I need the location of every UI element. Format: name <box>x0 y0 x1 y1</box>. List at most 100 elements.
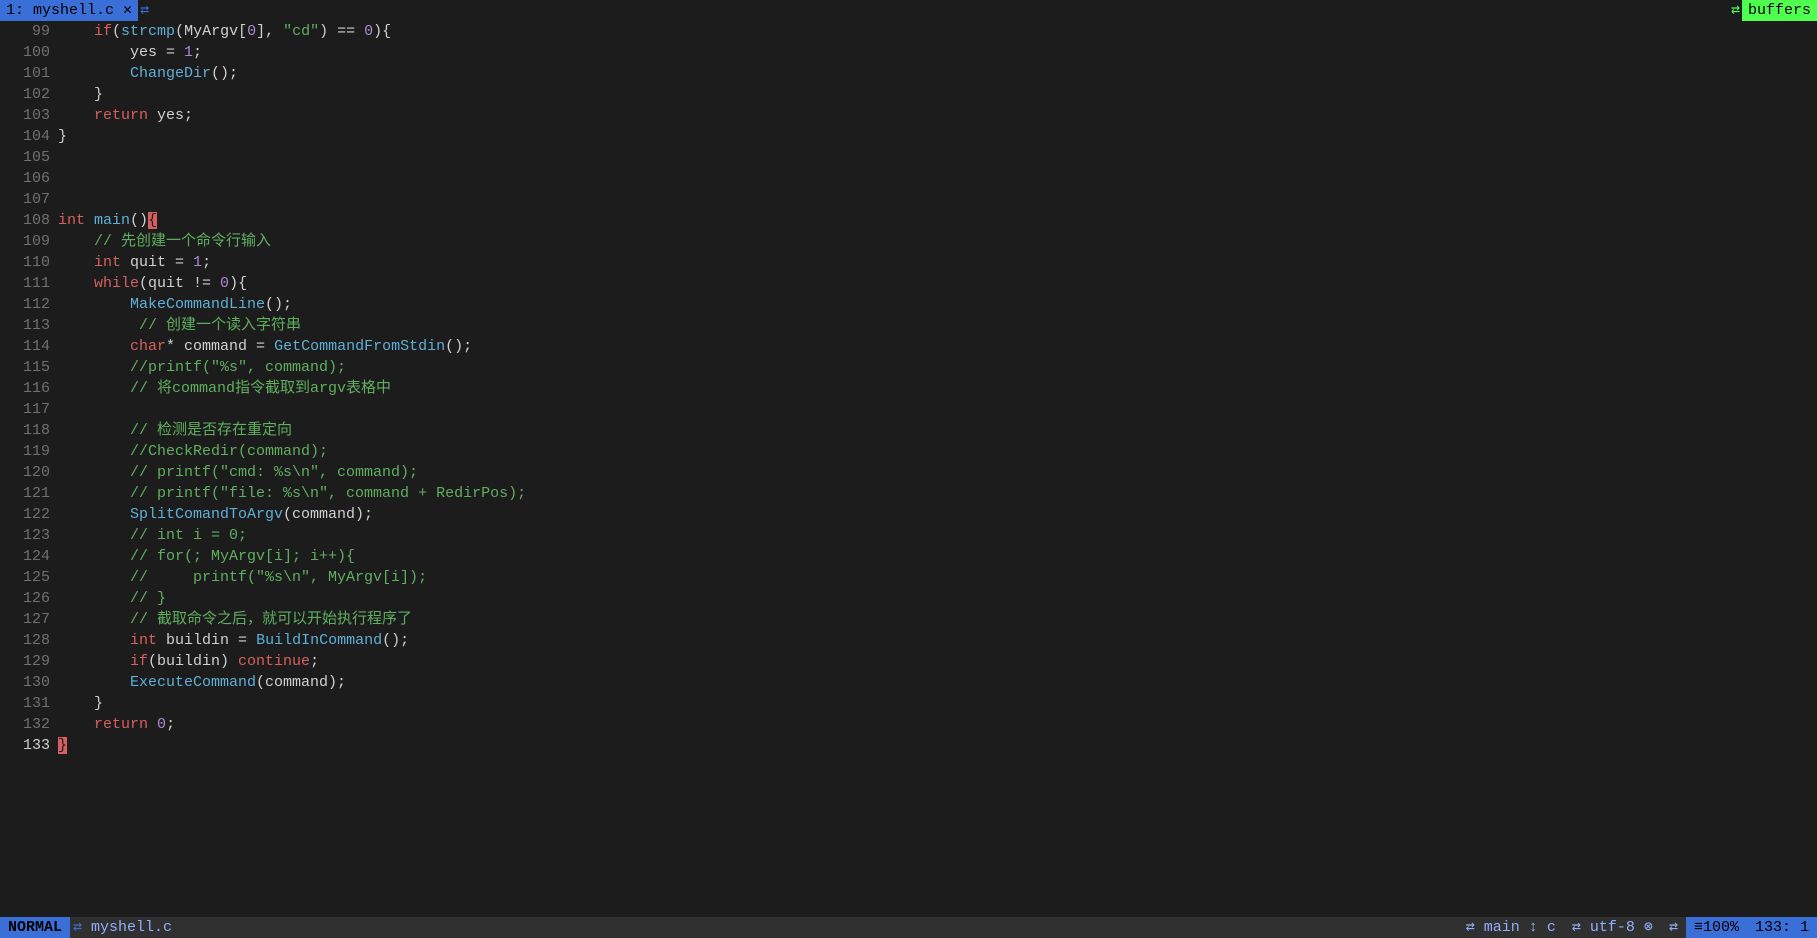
swap-icon-2 <box>1572 919 1581 936</box>
code-content[interactable]: // printf("file: %s\n", command + RedirP… <box>58 483 1817 504</box>
code-content[interactable]: MakeCommandLine(); <box>58 294 1817 315</box>
code-line[interactable]: 114 char* command = GetCommandFromStdin(… <box>0 336 1817 357</box>
statusline-sep-icon <box>70 917 85 938</box>
code-content[interactable]: // 截取命令之后，就可以开始执行程序了 <box>58 609 1817 630</box>
code-line[interactable]: 119 //CheckRedir(command); <box>0 441 1817 462</box>
code-content[interactable]: while(quit != 0){ <box>58 273 1817 294</box>
code-line[interactable]: 126 // } <box>0 588 1817 609</box>
line-number: 111 <box>0 273 58 294</box>
line-number: 109 <box>0 231 58 252</box>
code-line[interactable]: 127 // 截取命令之后，就可以开始执行程序了 <box>0 609 1817 630</box>
code-content[interactable]: // printf("cmd: %s\n", command); <box>58 462 1817 483</box>
code-content[interactable]: SplitComandToArgv(command); <box>58 504 1817 525</box>
code-content[interactable]: } <box>58 126 1817 147</box>
code-content[interactable]: return yes; <box>58 105 1817 126</box>
code-content[interactable]: // 检测是否存在重定向 <box>58 420 1817 441</box>
code-line[interactable]: 120 // printf("cmd: %s\n", command); <box>0 462 1817 483</box>
code-content[interactable]: if(strcmp(MyArgv[0], "cd") == 0){ <box>58 21 1817 42</box>
code-line[interactable]: 101 ChangeDir(); <box>0 63 1817 84</box>
tab-separator-icon <box>138 0 151 21</box>
code-content[interactable]: // printf("%s\n", MyArgv[i]); <box>58 567 1817 588</box>
code-line[interactable]: 118 // 检测是否存在重定向 <box>0 420 1817 441</box>
vim-mode: NORMAL <box>0 917 70 938</box>
scroll-percent: ≡100% <box>1686 917 1747 938</box>
code-content[interactable] <box>58 399 1817 420</box>
swap-icon-3 <box>1661 917 1686 938</box>
code-content[interactable]: // 创建一个读入字符串 <box>58 315 1817 336</box>
code-line[interactable]: 131 } <box>0 693 1817 714</box>
line-number: 126 <box>0 588 58 609</box>
code-line[interactable]: 103 return yes; <box>0 105 1817 126</box>
code-content[interactable]: ChangeDir(); <box>58 63 1817 84</box>
code-line[interactable]: 108int main(){ <box>0 210 1817 231</box>
code-line[interactable]: 109 // 先创建一个命令行输入 <box>0 231 1817 252</box>
code-line[interactable]: 113 // 创建一个读入字符串 <box>0 315 1817 336</box>
code-line[interactable]: 132 return 0; <box>0 714 1817 735</box>
code-content[interactable]: int quit = 1; <box>58 252 1817 273</box>
code-content[interactable]: // } <box>58 588 1817 609</box>
code-line[interactable]: 128 int buildin = BuildInCommand(); <box>0 630 1817 651</box>
code-content[interactable]: //CheckRedir(command); <box>58 441 1817 462</box>
tab-right: buffers <box>1729 0 1817 21</box>
code-content[interactable]: //printf("%s", command); <box>58 357 1817 378</box>
line-number: 116 <box>0 378 58 399</box>
code-content[interactable]: ExecuteCommand(command); <box>58 672 1817 693</box>
code-line[interactable]: 112 MakeCommandLine(); <box>0 294 1817 315</box>
code-line[interactable]: 107 <box>0 189 1817 210</box>
code-line[interactable]: 105 <box>0 147 1817 168</box>
code-content[interactable]: return 0; <box>58 714 1817 735</box>
statusline: NORMAL myshell.c main c utf-8 ⊗ ≡100% 13… <box>0 917 1817 938</box>
tab-active[interactable]: 1: myshell.c ✕ <box>0 0 138 21</box>
code-line[interactable]: 130 ExecuteCommand(command); <box>0 672 1817 693</box>
code-content[interactable]: // 将command指令截取到argv表格中 <box>58 378 1817 399</box>
code-content[interactable]: } <box>58 84 1817 105</box>
code-line[interactable]: 102 } <box>0 84 1817 105</box>
code-content[interactable]: } <box>58 735 1817 756</box>
code-line[interactable]: 100 yes = 1; <box>0 42 1817 63</box>
line-number: 115 <box>0 357 58 378</box>
line-number: 103 <box>0 105 58 126</box>
code-content[interactable]: if(buildin) continue; <box>58 651 1817 672</box>
code-line[interactable]: 125 // printf("%s\n", MyArgv[i]); <box>0 567 1817 588</box>
code-line[interactable]: 123 // int i = 0; <box>0 525 1817 546</box>
line-number: 121 <box>0 483 58 504</box>
buffers-label[interactable]: buffers <box>1742 0 1817 21</box>
code-content[interactable]: int main(){ <box>58 210 1817 231</box>
code-line[interactable]: 121 // printf("file: %s\n", command + Re… <box>0 483 1817 504</box>
code-content[interactable] <box>58 189 1817 210</box>
code-line[interactable]: 117 <box>0 399 1817 420</box>
statusline-right: main c utf-8 ⊗ ≡100% 133: 1 <box>1458 917 1817 938</box>
code-content[interactable]: // int i = 0; <box>58 525 1817 546</box>
code-content[interactable]: // 先创建一个命令行输入 <box>58 231 1817 252</box>
code-line[interactable]: 129 if(buildin) continue; <box>0 651 1817 672</box>
code-content[interactable]: int buildin = BuildInCommand(); <box>58 630 1817 651</box>
code-editor[interactable]: 99 if(strcmp(MyArgv[0], "cd") == 0){100 … <box>0 21 1817 917</box>
code-content[interactable]: } <box>58 693 1817 714</box>
line-number: 123 <box>0 525 58 546</box>
code-line[interactable]: 133} <box>0 735 1817 756</box>
line-number: 130 <box>0 672 58 693</box>
code-line[interactable]: 124 // for(; MyArgv[i]; i++){ <box>0 546 1817 567</box>
line-number: 110 <box>0 252 58 273</box>
code-line[interactable]: 115 //printf("%s", command); <box>0 357 1817 378</box>
line-number: 132 <box>0 714 58 735</box>
code-line[interactable]: 122 SplitComandToArgv(command); <box>0 504 1817 525</box>
line-number: 129 <box>0 651 58 672</box>
cursor-position: 133: 1 <box>1747 917 1817 938</box>
code-content[interactable]: char* command = GetCommandFromStdin(); <box>58 336 1817 357</box>
line-number: 122 <box>0 504 58 525</box>
code-line[interactable]: 110 int quit = 1; <box>0 252 1817 273</box>
code-line[interactable]: 99 if(strcmp(MyArgv[0], "cd") == 0){ <box>0 21 1817 42</box>
code-line[interactable]: 116 // 将command指令截取到argv表格中 <box>0 378 1817 399</box>
code-content[interactable] <box>58 168 1817 189</box>
code-content[interactable]: // for(; MyArgv[i]; i++){ <box>58 546 1817 567</box>
tab-left: 1: myshell.c ✕ <box>0 0 151 21</box>
sort-icon <box>1529 919 1538 936</box>
code-line[interactable]: 111 while(quit != 0){ <box>0 273 1817 294</box>
line-number: 102 <box>0 84 58 105</box>
code-line[interactable]: 104} <box>0 126 1817 147</box>
code-line[interactable]: 106 <box>0 168 1817 189</box>
code-content[interactable] <box>58 147 1817 168</box>
code-content[interactable]: yes = 1; <box>58 42 1817 63</box>
line-number: 119 <box>0 441 58 462</box>
